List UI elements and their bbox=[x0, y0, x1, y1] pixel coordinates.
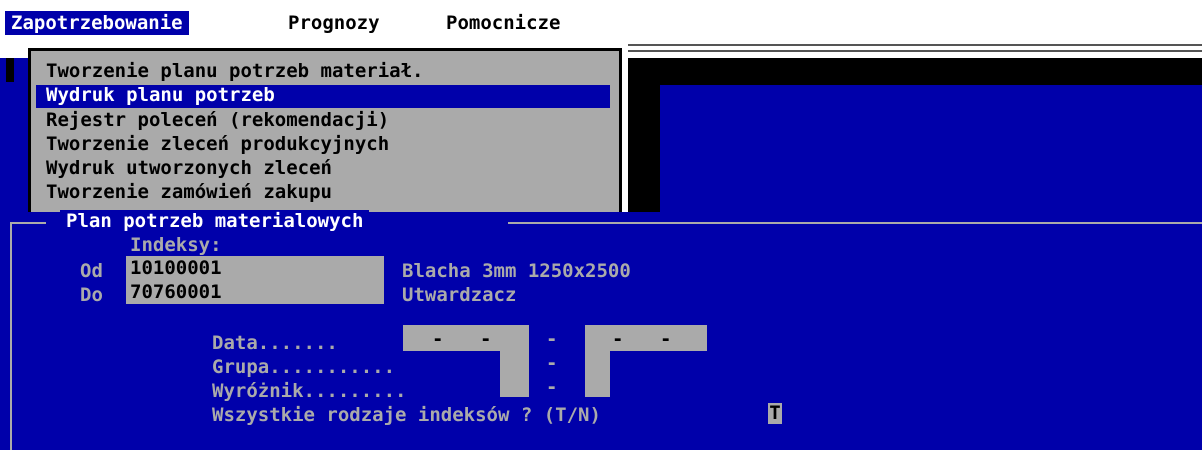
wyroznik-label: Wyróżnik......... bbox=[212, 380, 407, 402]
wyroznik-from-field[interactable] bbox=[500, 375, 529, 397]
menu-item-wydruk-planu[interactable]: Wydruk planu potrzeb bbox=[46, 84, 275, 108]
do-label: Do bbox=[80, 284, 103, 306]
od-label: Od bbox=[80, 260, 103, 282]
panel-border bbox=[10, 224, 12, 450]
background-window bbox=[660, 85, 1202, 212]
panel-border bbox=[10, 222, 46, 224]
range-dash: - bbox=[546, 352, 558, 374]
date-separator: - bbox=[612, 328, 624, 350]
menu-item-tworzenie-zamowien[interactable]: Tworzenie zamówień zakupu bbox=[46, 181, 332, 205]
data-to-field[interactable] bbox=[585, 325, 707, 351]
menu-item-tworzenie-zlecen[interactable]: Tworzenie zleceń produkcyjnych bbox=[46, 133, 389, 157]
date-separator: - bbox=[432, 328, 444, 350]
divider-line bbox=[628, 44, 1202, 46]
tn-input-field[interactable]: T bbox=[768, 403, 782, 424]
grupa-from-field[interactable] bbox=[500, 351, 529, 375]
range-dash: - bbox=[546, 376, 558, 398]
shadow-block bbox=[6, 58, 14, 82]
do-description: Utwardzacz bbox=[402, 284, 517, 306]
grupa-to-field[interactable] bbox=[585, 351, 610, 375]
do-index-field[interactable]: 70760001 bbox=[126, 280, 384, 304]
data-from-field[interactable] bbox=[403, 325, 529, 351]
menu-zapotrzebowanie[interactable]: Zapotrzebowanie bbox=[5, 11, 189, 35]
divider-line bbox=[628, 50, 1202, 52]
panel-border bbox=[508, 222, 1202, 224]
wyroznik-to-field[interactable] bbox=[585, 375, 610, 397]
grupa-label: Grupa........... bbox=[212, 356, 396, 378]
menu-item-wydruk-zlecen[interactable]: Wydruk utworzonych zleceń bbox=[46, 157, 332, 181]
menu-item-tworzenie-planu[interactable]: Tworzenie planu potrzeb materiał. bbox=[46, 60, 424, 84]
menu-pomocnicze[interactable]: Pomocnicze bbox=[440, 11, 566, 35]
data-label: Data....... bbox=[212, 332, 338, 354]
wszystkie-rodzaje-label: Wszystkie rodzaje indeksów ? (T/N) bbox=[212, 404, 601, 426]
panel-title: Plan potrzeb materialowych bbox=[60, 210, 370, 232]
date-separator: - bbox=[480, 328, 492, 350]
od-index-field[interactable]: 10100001 bbox=[126, 256, 384, 280]
background-strip bbox=[0, 58, 28, 212]
range-dash: - bbox=[546, 328, 558, 350]
menu-item-rejestr-polecen[interactable]: Rejestr poleceń (rekomendacji) bbox=[46, 109, 389, 133]
indeksy-label: Indeksy: bbox=[130, 234, 222, 256]
od-index-value: 10100001 bbox=[130, 257, 222, 279]
date-separator: - bbox=[660, 328, 672, 350]
menu-prognozy[interactable]: Prognozy bbox=[282, 11, 386, 35]
do-index-value: 70760001 bbox=[130, 281, 222, 303]
od-description: Blacha 3mm 1250x2500 bbox=[402, 260, 631, 282]
